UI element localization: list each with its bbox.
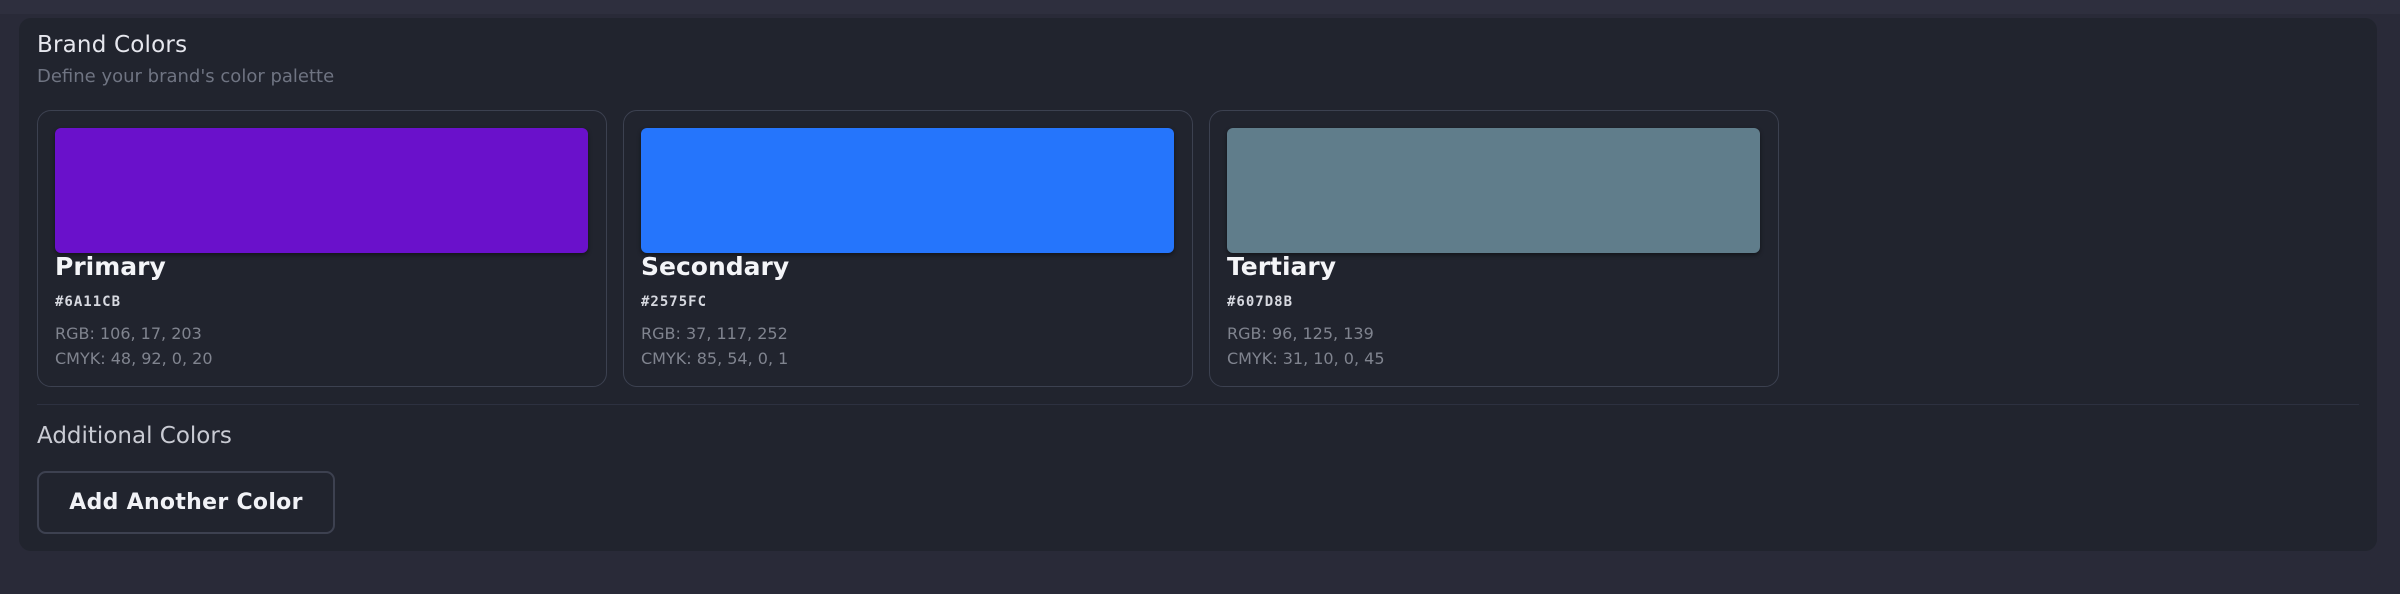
color-card-primary[interactable]: Primary #6A11CB RGB: 106, 17, 203 CMYK: …: [37, 110, 607, 387]
color-rgb: RGB: 106, 17, 203: [55, 324, 202, 343]
section-divider: [37, 404, 2359, 405]
color-cmyk: CMYK: 48, 92, 0, 20: [55, 349, 213, 368]
color-name: Tertiary: [1227, 252, 1337, 281]
color-card-secondary[interactable]: Secondary #2575FC RGB: 37, 117, 252 CMYK…: [623, 110, 1193, 387]
panel-subtitle: Define your brand's color palette: [37, 66, 335, 87]
add-another-color-button[interactable]: Add Another Color: [37, 471, 335, 534]
color-swatch-tertiary[interactable]: [1227, 128, 1760, 253]
color-cmyk: CMYK: 85, 54, 0, 1: [641, 349, 789, 368]
color-swatch-secondary[interactable]: [641, 128, 1174, 253]
color-cmyk: CMYK: 31, 10, 0, 45: [1227, 349, 1385, 368]
top-strip: [0, 0, 2400, 14]
color-card-tertiary[interactable]: Tertiary #607D8B RGB: 96, 125, 139 CMYK:…: [1209, 110, 1779, 387]
color-hex: #2575FC: [641, 294, 708, 310]
color-name: Primary: [55, 252, 166, 281]
color-rgb: RGB: 37, 117, 252: [641, 324, 788, 343]
panel-title: Brand Colors: [37, 32, 188, 58]
color-rgb: RGB: 96, 125, 139: [1227, 324, 1374, 343]
brand-colors-panel: Brand Colors Define your brand's color p…: [19, 18, 2377, 551]
color-swatch-primary[interactable]: [55, 128, 588, 253]
color-hex: #607D8B: [1227, 294, 1294, 310]
color-hex: #6A11CB: [55, 294, 122, 310]
additional-colors-heading: Additional Colors: [37, 423, 232, 449]
color-name: Secondary: [641, 252, 790, 281]
